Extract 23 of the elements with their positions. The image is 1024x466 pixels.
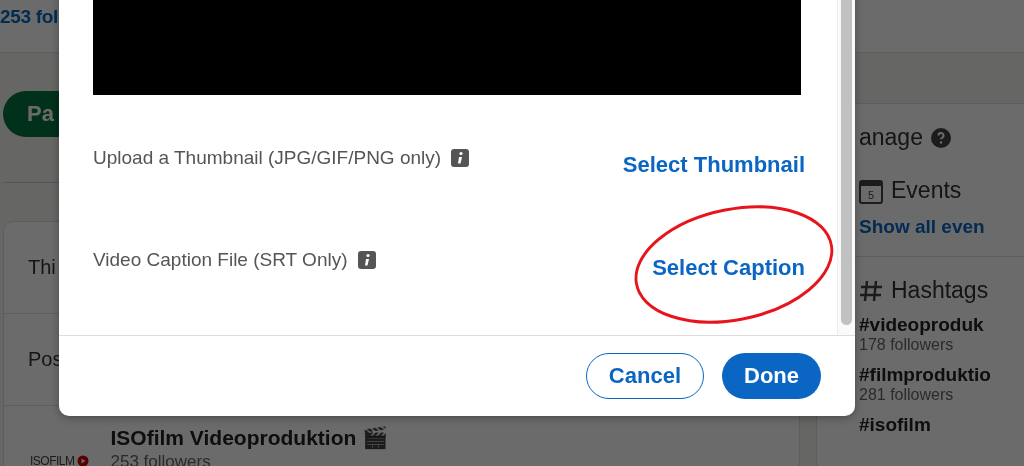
hashtag-followers: 178 followers (859, 336, 955, 354)
section-title: Events (891, 177, 962, 204)
info-icon[interactable] (451, 148, 470, 167)
scrollbar[interactable] (837, 0, 855, 335)
company-name[interactable]: ISOfilm Videoproduktion 🎬 (110, 426, 389, 450)
done-button[interactable]: Done (722, 353, 821, 399)
section-title: anage (859, 124, 923, 151)
show-events-link[interactable]: Show all even (859, 216, 1024, 238)
hashtag-link[interactable]: #isofilm (859, 414, 1024, 436)
follower-count[interactable]: 253 fol (0, 6, 59, 28)
cancel-button[interactable]: Cancel (585, 353, 704, 399)
hashtag-icon (859, 278, 883, 303)
hashtag-link[interactable]: #filmproduktio (859, 364, 1024, 386)
company-logo: ISOFILM (30, 450, 89, 466)
field-label: Upload a Thumbnail (JPG/GIF/PNG only) (93, 146, 442, 169)
section-title: Hashtags (891, 277, 989, 304)
calendar-icon: 5 (859, 177, 883, 204)
hashtag-link[interactable]: #videoproduk (859, 314, 1024, 336)
help-icon[interactable] (930, 127, 951, 148)
hashtag-followers: 281 followers (859, 386, 955, 404)
select-file-link[interactable]: Select Thumbnail (622, 152, 805, 178)
field-label: Video Caption File (SRT Only) (93, 249, 348, 271)
info-icon[interactable] (357, 251, 376, 269)
